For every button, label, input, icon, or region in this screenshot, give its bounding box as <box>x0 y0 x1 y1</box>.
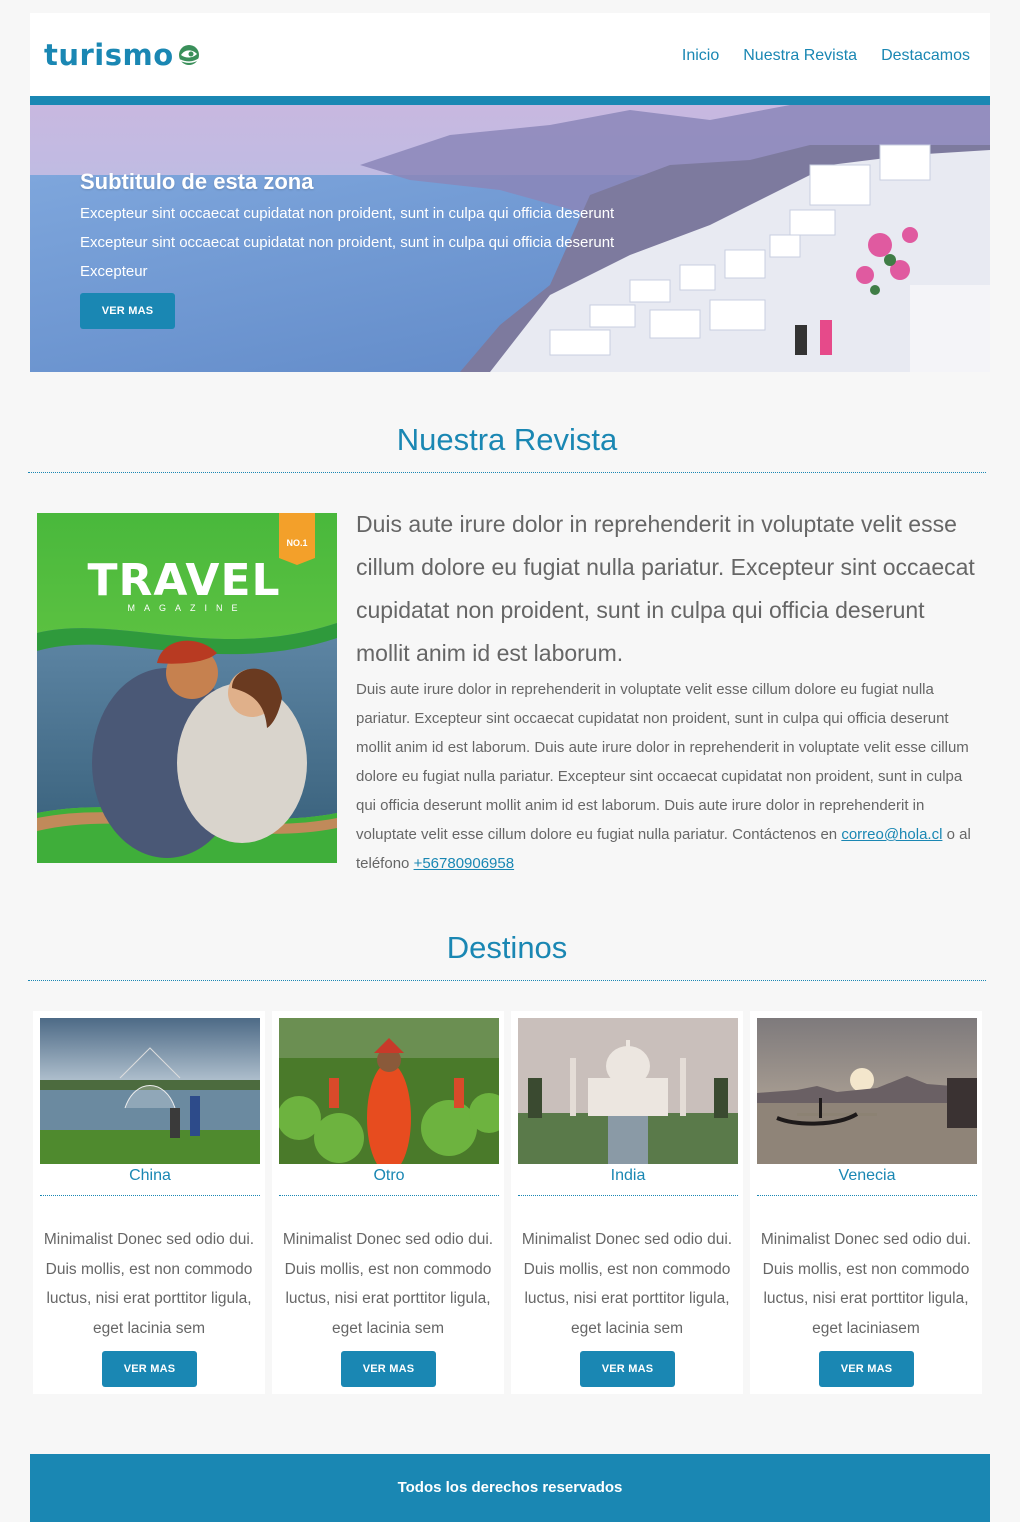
footer: Todos los derechos reservados <box>30 1454 990 1522</box>
destination-description: Minimalist Donec sed odio dui. Duis moll… <box>43 1231 255 1337</box>
destination-ver-mas-button[interactable]: VER MAS <box>341 1351 436 1387</box>
section-title-revista: Nuestra Revista <box>396 422 618 457</box>
card-divider <box>279 1195 499 1196</box>
nav-nuestra-revista[interactable]: Nuestra Revista <box>743 47 857 65</box>
destination-card: Venecia Minimalist Donec sed odio dui. D… <box>750 1011 982 1394</box>
card-divider <box>518 1195 738 1196</box>
destination-ver-mas-button[interactable]: VER MAS <box>819 1351 914 1387</box>
phone-link[interactable]: +56780906958 <box>414 855 515 872</box>
destination-image-india <box>518 1018 738 1164</box>
section-title-destinos: Destinos <box>446 930 568 965</box>
card-divider <box>40 1195 260 1196</box>
destination-name: Venecia <box>838 1167 896 1184</box>
magazine-text: Duis aute irure dolor in reprehenderit i… <box>356 503 976 878</box>
cover-subtitle: MAGAZINE <box>127 603 246 613</box>
hero-content: Subtitulo de esta zona Excepteur sint oc… <box>80 169 680 286</box>
section-divider <box>28 472 986 473</box>
destination-ver-mas-button[interactable]: VER MAS <box>580 1351 675 1387</box>
destination-image-venecia <box>757 1018 977 1164</box>
magazine-lead: Duis aute irure dolor in reprehenderit i… <box>356 511 975 666</box>
logo-text: turismo <box>44 38 174 72</box>
card-divider <box>757 1195 977 1196</box>
destination-image-china <box>40 1018 260 1164</box>
cover-badge: NO.1 <box>286 538 307 548</box>
destinations-grid: China Minimalist Donec sed odio dui. Dui… <box>33 1011 982 1394</box>
leaf-globe-icon <box>178 45 200 65</box>
logo[interactable]: turismo <box>44 35 202 75</box>
cover-title: TRAVEL <box>87 555 280 606</box>
destination-description: Minimalist Donec sed odio dui. Duis moll… <box>521 1231 733 1337</box>
destination-image-otro <box>279 1018 499 1164</box>
destination-card: Otro Minimalist Donec sed odio dui. Duis… <box>272 1011 504 1394</box>
magazine-body: Duis aute irure dolor in reprehenderit i… <box>356 675 976 878</box>
destination-name: India <box>610 1167 646 1184</box>
footer-text: Todos los derechos reservados <box>397 1479 623 1496</box>
header-divider <box>30 96 990 105</box>
destination-name: China <box>129 1167 171 1184</box>
hero-banner: Subtitulo de esta zona Excepteur sint oc… <box>30 105 990 372</box>
email-link[interactable]: correo@hola.cl <box>841 826 942 843</box>
magazine-cover: NO.1 TRAVEL MAGAZINE <box>37 513 337 863</box>
destination-description: Minimalist Donec sed odio dui. Duis moll… <box>282 1231 494 1337</box>
destination-card: India Minimalist Donec sed odio dui. Dui… <box>511 1011 743 1394</box>
nav-destacamos[interactable]: Destacamos <box>881 47 970 65</box>
destination-name: Otro <box>373 1167 405 1184</box>
contact-prefix: Contáctenos en <box>732 826 838 843</box>
main-nav: Inicio Nuestra Revista Destacamos <box>682 47 970 65</box>
magazine-body-text: Duis aute irure dolor in reprehenderit i… <box>356 681 969 843</box>
header: turismo Inicio Nuestra Revista Destacamo… <box>30 13 990 96</box>
hero-ver-mas-button[interactable]: VER MAS <box>80 293 175 329</box>
hero-title: Subtitulo de esta zona <box>80 169 314 194</box>
section-divider <box>28 980 986 981</box>
nav-inicio[interactable]: Inicio <box>682 47 719 65</box>
destination-card: China Minimalist Donec sed odio dui. Dui… <box>33 1011 265 1394</box>
magazine-cover-image: NO.1 TRAVEL MAGAZINE <box>37 513 337 863</box>
destination-ver-mas-button[interactable]: VER MAS <box>102 1351 197 1387</box>
hero-text: Excepteur sint occaecat cupidatat non pr… <box>80 205 615 280</box>
destination-description: Minimalist Donec sed odio dui. Duis moll… <box>760 1231 972 1337</box>
